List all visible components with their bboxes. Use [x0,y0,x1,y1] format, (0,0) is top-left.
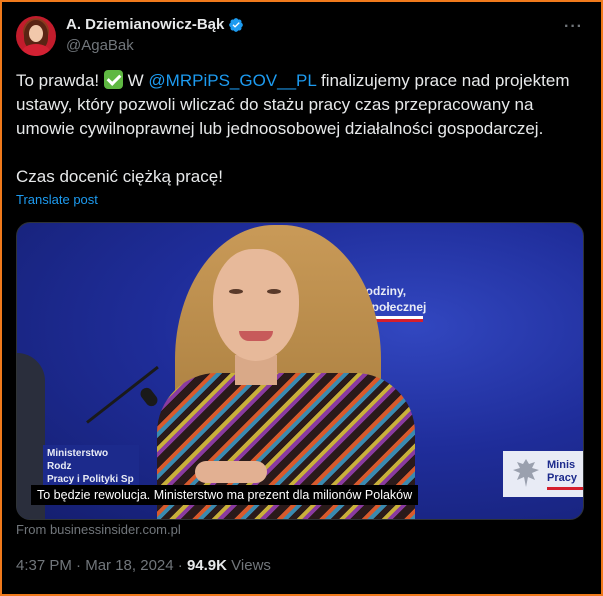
face [213,249,299,361]
ellipsis-icon[interactable]: ··· [564,18,583,36]
eye-right [267,289,281,294]
post-date[interactable]: Mar 18, 2024 [85,557,173,574]
tweet-frame: A. Dziemianowicz-Bąk @AgaBak ··· To praw… [0,0,603,596]
display-name[interactable]: A. Dziemianowicz-Bąk [66,16,224,33]
microphone-icon [138,385,160,409]
handle[interactable]: @AgaBak [66,37,134,54]
tweet-meta: 4:37 PM · Mar 18, 2024 · 94.9K Views [16,557,271,574]
avatar[interactable] [16,16,56,56]
eagle-emblem-icon [513,459,539,487]
plaque-right: Minis Pracy [503,451,583,497]
mouth [239,331,273,341]
tweet-text: To prawda! W @MRPiPS_GOV__PL finalizujem… [16,69,581,189]
text-intro: To prawda! [16,71,100,90]
mention-link[interactable]: @MRPiPS_GOV__PL [148,71,316,90]
post-time[interactable]: 4:37 PM [16,557,72,574]
tweet-header: A. Dziemianowicz-Bąk @AgaBak ··· [16,14,587,58]
views-label: Views [231,557,271,574]
eye-left [229,289,243,294]
card-source[interactable]: From businessinsider.com.pl [16,522,181,537]
tweet-paragraph-2: Czas docenić ciężką pracę! [16,167,223,186]
link-card[interactable]: strstwo Rodziny, i Polityki Społecznej M… [16,222,584,520]
translate-post-link[interactable]: Translate post [16,192,98,207]
views-count: 94.9K [186,557,227,574]
text-w: W [127,71,144,90]
check-mark-icon [103,70,123,89]
card-caption[interactable]: To będzie rewolucja. Ministerstwo ma pre… [31,485,419,505]
author-name-row[interactable]: A. Dziemianowicz-Bąk [66,16,244,33]
hands [195,461,267,483]
tweet-paragraph-1: To prawda! W @MRPiPS_GOV__PL finalizujem… [16,69,581,141]
verified-badge-icon [229,17,244,32]
